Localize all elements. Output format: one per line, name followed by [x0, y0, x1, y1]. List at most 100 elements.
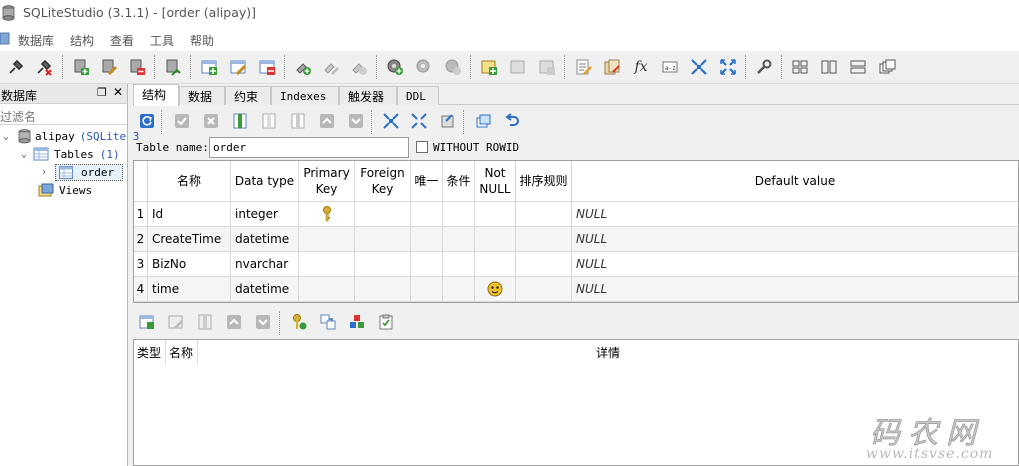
close-icon[interactable]: ✕	[113, 85, 123, 99]
create-trigger-button[interactable]	[384, 56, 406, 78]
menu-structure[interactable]: 结构	[70, 32, 94, 49]
export-table-button[interactable]	[472, 110, 494, 132]
move-column-up-button[interactable]	[316, 110, 338, 132]
primary-key-cell[interactable]	[299, 202, 355, 227]
collate-cell[interactable]	[516, 277, 572, 302]
move-column-down-button[interactable]	[345, 110, 367, 132]
delete-table-button[interactable]	[256, 56, 278, 78]
foreign-key-cell[interactable]	[355, 227, 411, 252]
collate-cell[interactable]	[516, 252, 572, 277]
primary-key-cell[interactable]	[299, 227, 355, 252]
refresh-schema-button[interactable]	[162, 56, 184, 78]
delete-database-button[interactable]	[126, 56, 148, 78]
check-cell[interactable]	[443, 277, 475, 302]
sql-editor-button[interactable]	[572, 56, 594, 78]
chevron-down-icon[interactable]: ⌄	[18, 149, 30, 160]
edit-column-button[interactable]	[258, 110, 280, 132]
reset-autoincrement-button[interactable]	[408, 110, 430, 132]
tab-structure[interactable]: 结构	[133, 84, 179, 106]
add-primary-key-button[interactable]	[288, 311, 310, 333]
edit-index-button[interactable]	[320, 56, 342, 78]
tree-database-alipay[interactable]: ⌄ alipay (SQLite 3	[0, 127, 139, 145]
primary-key-cell[interactable]	[299, 252, 355, 277]
unique-cell[interactable]	[411, 277, 443, 302]
collate-cell[interactable]	[516, 202, 572, 227]
column-name-cell[interactable]: CreateTime	[148, 227, 231, 252]
column-name-cell[interactable]: BizNo	[148, 252, 231, 277]
unique-cell[interactable]	[411, 202, 443, 227]
edit-database-button[interactable]	[98, 56, 120, 78]
tab-triggers[interactable]: 触发器	[339, 86, 397, 105]
add-check-button[interactable]	[375, 311, 397, 333]
tab-data[interactable]: 数据	[179, 86, 225, 105]
default-value-cell[interactable]: NULL	[572, 252, 1018, 277]
delete-view-button[interactable]	[536, 56, 558, 78]
not-null-cell[interactable]	[475, 277, 516, 302]
connect-db-button[interactable]	[5, 56, 27, 78]
create-index-button[interactable]	[292, 56, 314, 78]
edit-trigger-button[interactable]	[413, 56, 435, 78]
default-value-cell[interactable]: NULL	[572, 277, 1018, 302]
delete-trigger-button[interactable]	[442, 56, 464, 78]
collate-cell[interactable]	[516, 227, 572, 252]
collations-editor-button[interactable]: a-z	[659, 56, 681, 78]
check-cell[interactable]	[443, 202, 475, 227]
menu-database[interactable]: 数据库	[18, 32, 54, 49]
without-rowid-checkbox[interactable]	[416, 141, 428, 153]
column-type-cell[interactable]: datetime	[231, 277, 299, 302]
check-cell[interactable]	[443, 252, 475, 277]
add-database-button[interactable]	[70, 56, 92, 78]
filter-input[interactable]: 过滤名	[0, 105, 127, 125]
tab-ddl[interactable]: DDL	[397, 86, 439, 105]
column-name-cell[interactable]: Id	[148, 202, 231, 227]
create-view-button[interactable]	[478, 56, 500, 78]
tree-views[interactable]: Views	[38, 181, 92, 199]
delete-index-button[interactable]	[348, 56, 370, 78]
column-name-cell[interactable]: time	[148, 277, 231, 302]
functions-editor-button[interactable]: fx	[630, 56, 652, 78]
add-foreign-key-button[interactable]	[317, 311, 339, 333]
undo-button[interactable]	[501, 110, 523, 132]
check-cell[interactable]	[443, 227, 475, 252]
add-unique-button[interactable]	[346, 311, 368, 333]
foreign-key-cell[interactable]	[355, 202, 411, 227]
column-type-cell[interactable]: integer	[231, 202, 299, 227]
move-constraint-up-button[interactable]	[223, 311, 245, 333]
extensions-button[interactable]	[688, 56, 710, 78]
cascade-windows-button[interactable]	[876, 56, 898, 78]
menu-view[interactable]: 查看	[110, 32, 134, 49]
create-table-button[interactable]	[198, 56, 220, 78]
tab-indexes[interactable]: Indexes	[271, 86, 339, 105]
move-constraint-down-button[interactable]	[252, 311, 274, 333]
menu-help[interactable]: 帮助	[190, 32, 214, 49]
default-value-cell[interactable]: NULL	[572, 202, 1018, 227]
chevron-down-icon[interactable]: ⌄	[0, 131, 12, 142]
disconnect-db-button[interactable]	[33, 56, 55, 78]
unique-cell[interactable]	[411, 227, 443, 252]
not-null-cell[interactable]	[475, 252, 516, 277]
float-panel-icon[interactable]: ❐	[97, 86, 107, 99]
edit-constraint-button[interactable]	[165, 311, 187, 333]
column-type-cell[interactable]: datetime	[231, 227, 299, 252]
menu-tools[interactable]: 工具	[150, 32, 174, 49]
tree-tables[interactable]: ⌄ Tables (1)	[18, 145, 120, 163]
foreign-key-cell[interactable]	[355, 252, 411, 277]
tile-windows-button[interactable]	[789, 56, 811, 78]
delete-constraint-button[interactable]	[194, 311, 216, 333]
edit-table-button[interactable]	[227, 56, 249, 78]
rollback-button[interactable]	[200, 110, 222, 132]
edit-view-button[interactable]	[507, 56, 529, 78]
config-button[interactable]	[753, 56, 775, 78]
unique-cell[interactable]	[411, 252, 443, 277]
not-null-cell[interactable]	[475, 202, 516, 227]
tile-vertical-button[interactable]	[847, 56, 869, 78]
commit-button[interactable]	[171, 110, 193, 132]
tree-table-order[interactable]: › order	[38, 163, 123, 181]
table-name-input[interactable]	[209, 137, 409, 158]
chevron-right-icon[interactable]: ›	[38, 167, 50, 178]
add-column-button[interactable]	[229, 110, 251, 132]
expand-all-button[interactable]	[717, 56, 739, 78]
tile-horizontal-button[interactable]	[818, 56, 840, 78]
delete-column-button[interactable]	[287, 110, 309, 132]
refresh-structure-button[interactable]	[136, 110, 158, 132]
